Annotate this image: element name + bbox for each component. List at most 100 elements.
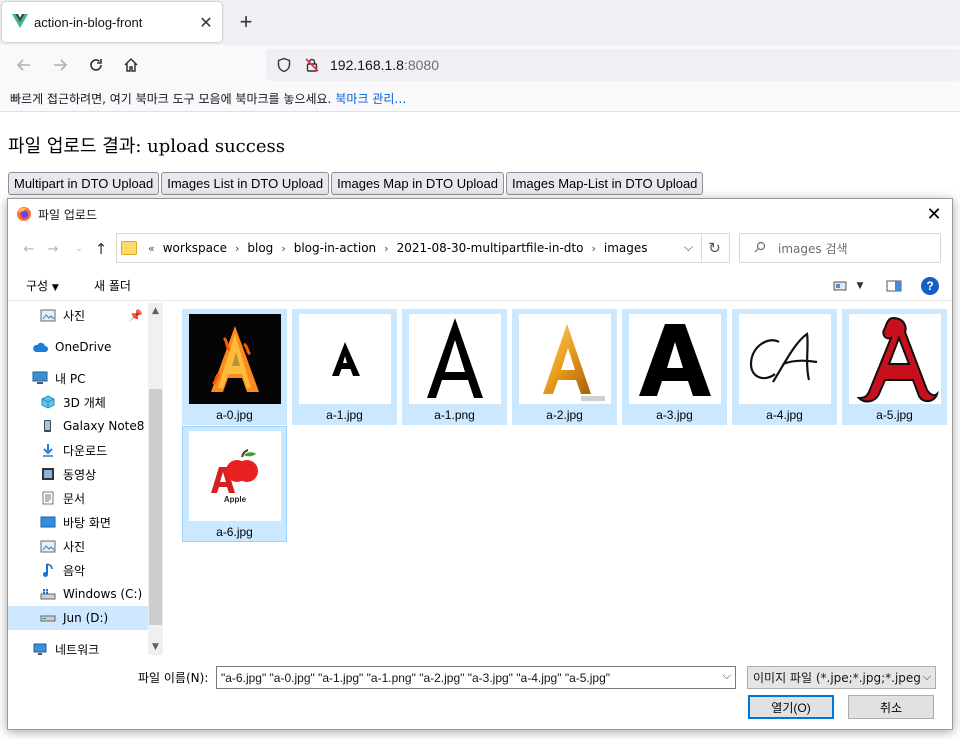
cancel-button[interactable]: 취소 [848, 695, 934, 719]
scroll-thumb[interactable] [149, 389, 162, 625]
nav-item-videos[interactable]: 동영상 [8, 462, 148, 486]
view-options-icon[interactable] [830, 277, 850, 295]
address-bar[interactable]: « workspace › blog › blog-in-action › 20… [116, 233, 702, 263]
nav-item-this-pc[interactable]: 내 PC [8, 366, 148, 390]
file-name: a-2.jpg [546, 408, 583, 422]
dialog-forward-icon[interactable]: → [44, 239, 62, 259]
script-ca-thumbnail [739, 314, 831, 404]
open-button[interactable]: 열기(O) [748, 695, 834, 719]
file-name: a-1.jpg [326, 408, 363, 422]
breadcrumb-chevron-icon[interactable]: › [384, 242, 388, 255]
large-letter-a-thumbnail [409, 314, 501, 404]
breadcrumb-item[interactable]: blog [247, 241, 273, 255]
nav-item-onedrive[interactable]: OneDrive [8, 335, 148, 359]
nav-item-downloads[interactable]: 다운로드 [8, 438, 148, 462]
music-icon [40, 562, 56, 578]
file-item[interactable]: a-2.jpg [512, 309, 617, 425]
breadcrumb-chevron-icon[interactable]: › [591, 242, 595, 255]
home-icon[interactable] [117, 51, 145, 79]
file-item[interactable]: a-1.png [402, 309, 507, 425]
url-text[interactable]: 192.168.1.8:8080 [330, 57, 439, 73]
file-name: a-6.jpg [216, 525, 253, 539]
tab-strip: action-in-blog-front ✕ + [0, 0, 960, 45]
file-item[interactable]: Apple a-6.jpg [182, 426, 287, 542]
organize-button[interactable]: 구성 ▼ [26, 277, 59, 294]
chevron-down-icon[interactable]: ⌵ [920, 670, 931, 684]
nav-item-label: 네트워크 [55, 642, 100, 656]
scroll-up-icon[interactable]: ▲ [148, 303, 163, 319]
tab-close-icon[interactable]: ✕ [194, 10, 218, 34]
nav-item-network[interactable]: 네트워크 [8, 637, 148, 655]
breadcrumb-overflow[interactable]: « [148, 242, 155, 255]
nav-scrollbar[interactable]: ▲ ▼ [148, 303, 163, 655]
breadcrumb-item[interactable]: images [604, 241, 648, 255]
refresh-icon[interactable]: ↻ [700, 233, 730, 263]
browser-tab[interactable]: action-in-blog-front ✕ [2, 2, 222, 42]
dialog-back-icon[interactable]: ← [20, 239, 38, 259]
nav-item-jun-d[interactable]: Jun (D:) [8, 606, 148, 630]
images-map-dto-upload-button[interactable]: Images Map in DTO Upload [331, 172, 504, 195]
organize-label: 구성 [26, 279, 49, 293]
phone-icon [40, 418, 56, 434]
navigation-bar: 192.168.1.8:8080 [0, 45, 960, 85]
file-name: a-1.png [434, 408, 475, 422]
file-item[interactable]: a-1.jpg [292, 309, 397, 425]
fire-letter-a-thumbnail [189, 314, 281, 404]
dialog-title: 파일 업로드 [38, 207, 98, 222]
nav-item-3d-objects[interactable]: 3D 개체 [8, 390, 148, 414]
filetype-select[interactable]: 이미지 파일 (*.jpe;*.jpg;*.jpeg;* ⌵ [747, 666, 936, 689]
apple-letter-a-thumbnail: Apple [189, 431, 281, 521]
new-tab-icon[interactable]: + [232, 8, 260, 36]
chevron-down-icon: ▼ [51, 283, 59, 293]
tab-title: action-in-blog-front [34, 14, 143, 30]
file-item[interactable]: a-0.jpg [182, 309, 287, 425]
nav-item-documents[interactable]: 문서 [8, 486, 148, 510]
nav-item-windows-c[interactable]: Windows (C:) [8, 582, 148, 606]
bookmark-hint: 빠르게 접근하려면, 여기 북마크 도구 모음에 북마크를 놓으세요. [10, 91, 332, 106]
file-upload-dialog: 파일 업로드 ✕ ← → ⌄ ↑ « workspace › blog › bl… [7, 198, 953, 730]
help-icon[interactable]: ? [920, 277, 940, 295]
scroll-down-icon[interactable]: ▼ [148, 639, 163, 655]
multipart-dto-upload-button[interactable]: Multipart in DTO Upload [8, 172, 160, 195]
nav-item-galaxy-note8[interactable]: Galaxy Note8 [8, 414, 148, 438]
folder-icon [121, 241, 137, 255]
breadcrumb-chevron-icon[interactable]: › [281, 242, 285, 255]
nav-item-music[interactable]: 음악 [8, 558, 148, 582]
chevron-down-icon[interactable]: ⌵ [720, 670, 731, 683]
file-item[interactable]: a-3.jpg [622, 309, 727, 425]
file-item[interactable]: a-4.jpg [732, 309, 837, 425]
bookmark-manage-link[interactable]: 북마크 관리… [335, 90, 406, 107]
address-dropdown-icon[interactable]: ⌵ [684, 240, 693, 255]
shield-icon[interactable] [270, 51, 298, 79]
insecure-lock-icon[interactable] [298, 51, 326, 79]
images-map-list-dto-upload-button[interactable]: Images Map-List in DTO Upload [505, 172, 704, 195]
url-bar[interactable]: 192.168.1.8:8080 [266, 49, 960, 81]
nav-item-label: 다운로드 [63, 443, 108, 458]
search-input[interactable]: images 검색 [739, 233, 941, 263]
images-list-dto-upload-button[interactable]: Images List in DTO Upload [161, 172, 330, 195]
breadcrumb-item[interactable]: blog-in-action [294, 241, 376, 255]
desktop-icon [40, 514, 56, 530]
reload-icon[interactable] [82, 51, 110, 79]
preview-pane-icon[interactable] [884, 277, 904, 295]
recent-locations-icon[interactable]: ⌄ [70, 239, 88, 259]
file-item[interactable]: a-5.jpg [842, 309, 947, 425]
gold-letter-a-thumbnail [519, 314, 611, 404]
bookmark-bar: 빠르게 접근하려면, 여기 북마크 도구 모음에 북마크를 놓으세요. 북마크 … [0, 85, 960, 112]
breadcrumb-item[interactable]: 2021-08-30-multipartfile-in-dto [397, 241, 584, 255]
nav-item-pictures-top[interactable]: 사진 📌 [8, 303, 148, 327]
up-folder-icon[interactable]: ↑ [92, 239, 110, 259]
new-folder-button[interactable]: 새 폴더 [94, 277, 131, 294]
drive-icon [40, 586, 56, 602]
nav-item-pictures[interactable]: 사진 [8, 534, 148, 558]
nav-item-label: 동영상 [63, 467, 97, 482]
forward-icon[interactable] [46, 51, 74, 79]
back-icon[interactable] [10, 51, 38, 79]
nav-item-desktop[interactable]: 바탕 화면 [8, 510, 148, 534]
view-dropdown-icon[interactable]: ▼ [850, 277, 870, 295]
firefox-icon [16, 206, 32, 222]
breadcrumb-item[interactable]: workspace [163, 241, 227, 255]
breadcrumb-chevron-icon[interactable]: › [235, 242, 239, 255]
filename-input[interactable]: "a-6.jpg" "a-0.jpg" "a-1.jpg" "a-1.png" … [216, 666, 736, 689]
dialog-close-icon[interactable]: ✕ [922, 202, 946, 226]
